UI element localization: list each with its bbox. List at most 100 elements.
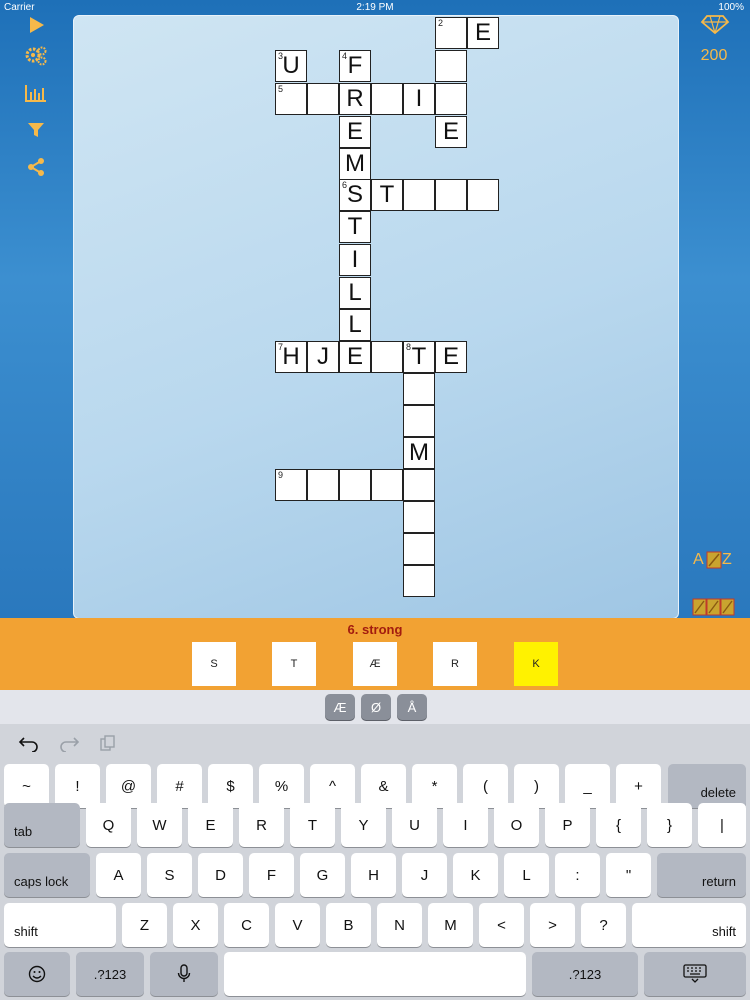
accent-key[interactable]: Æ xyxy=(325,694,355,720)
emoji-key[interactable] xyxy=(4,952,70,996)
key[interactable]: N xyxy=(377,903,422,947)
key[interactable]: < xyxy=(479,903,524,947)
key[interactable]: ? xyxy=(581,903,626,947)
crossword-cell[interactable] xyxy=(403,179,435,211)
crossword-cell[interactable]: E xyxy=(435,341,467,373)
key[interactable]: ! xyxy=(55,764,100,808)
crossword-cell[interactable] xyxy=(403,565,435,597)
key[interactable]: G xyxy=(300,853,345,897)
crossword-cell[interactable]: 8T xyxy=(403,341,435,373)
caps-lock-key[interactable]: caps lock xyxy=(4,853,90,897)
key[interactable]: ( xyxy=(463,764,508,808)
key[interactable]: $ xyxy=(208,764,253,808)
key[interactable]: L xyxy=(504,853,549,897)
crossword-cell[interactable] xyxy=(371,341,403,373)
crossword-cell[interactable] xyxy=(403,501,435,533)
shift-key-right[interactable]: shift xyxy=(632,903,746,947)
crossword-cell[interactable]: E xyxy=(339,341,371,373)
key[interactable]: { xyxy=(596,803,641,847)
key[interactable]: D xyxy=(198,853,243,897)
crossword-cell[interactable]: T xyxy=(339,211,371,243)
crossword-cell[interactable] xyxy=(403,373,435,405)
crossword-cell[interactable]: I xyxy=(403,83,435,115)
key[interactable]: Q xyxy=(86,803,131,847)
key[interactable]: P xyxy=(545,803,590,847)
key[interactable]: F xyxy=(249,853,294,897)
key[interactable]: # xyxy=(157,764,202,808)
crossword-cell[interactable]: M xyxy=(339,148,371,180)
key[interactable]: A xyxy=(96,853,141,897)
key[interactable]: S xyxy=(147,853,192,897)
tab-key[interactable]: tab xyxy=(4,803,80,847)
key[interactable]: K xyxy=(453,853,498,897)
key[interactable]: * xyxy=(412,764,457,808)
filter-icon[interactable] xyxy=(22,118,50,142)
key[interactable]: _ xyxy=(565,764,610,808)
undo-icon[interactable] xyxy=(18,734,40,753)
key[interactable]: U xyxy=(392,803,437,847)
space-key[interactable] xyxy=(224,952,526,996)
key[interactable]: } xyxy=(647,803,692,847)
answer-tile-selected[interactable]: K xyxy=(514,642,558,686)
key[interactable]: Z xyxy=(122,903,167,947)
crossword-cell[interactable] xyxy=(371,469,403,501)
numbers-key-right[interactable]: .?123 xyxy=(532,952,638,996)
key[interactable]: Y xyxy=(341,803,386,847)
key[interactable]: B xyxy=(326,903,371,947)
hide-keyboard-key[interactable] xyxy=(644,952,746,996)
crossword-cell[interactable] xyxy=(435,83,467,115)
crossword-cell[interactable] xyxy=(467,179,499,211)
crossword-cell[interactable]: L xyxy=(339,277,371,309)
crossword-cell[interactable]: E xyxy=(467,17,499,49)
key[interactable]: ~ xyxy=(4,764,49,808)
crossword-cell[interactable]: 9 xyxy=(275,469,307,501)
crossword-cell[interactable]: I xyxy=(339,244,371,276)
play-icon[interactable] xyxy=(22,13,50,37)
crossword-cell[interactable]: T xyxy=(371,179,403,211)
accent-key[interactable]: Ø xyxy=(361,694,391,720)
shift-key-left[interactable]: shift xyxy=(4,903,116,947)
key[interactable]: M xyxy=(428,903,473,947)
key[interactable]: : xyxy=(555,853,600,897)
answer-tile[interactable]: R xyxy=(433,642,477,686)
key[interactable]: O xyxy=(494,803,539,847)
key[interactable]: + xyxy=(616,764,661,808)
microphone-key[interactable] xyxy=(150,952,218,996)
crossword-cell[interactable] xyxy=(307,469,339,501)
key[interactable]: ^ xyxy=(310,764,355,808)
crossword-cell[interactable]: 2 xyxy=(435,17,467,49)
crossword-cell[interactable] xyxy=(403,405,435,437)
key[interactable]: ) xyxy=(514,764,559,808)
key[interactable]: E xyxy=(188,803,233,847)
stats-chart-icon[interactable] xyxy=(22,81,50,105)
crossword-cell[interactable]: 7H xyxy=(275,341,307,373)
crossword-cell[interactable]: J xyxy=(307,341,339,373)
key[interactable]: V xyxy=(275,903,320,947)
key[interactable]: & xyxy=(361,764,406,808)
crossword-cell[interactable]: 6S xyxy=(339,179,371,211)
crossword-cell[interactable]: 5 xyxy=(275,83,307,115)
redo-icon[interactable] xyxy=(58,734,80,753)
return-key[interactable]: return xyxy=(657,853,746,897)
accent-key[interactable]: Å xyxy=(397,694,427,720)
delete-key[interactable]: delete xyxy=(668,764,746,808)
key[interactable]: % xyxy=(259,764,304,808)
key[interactable]: R xyxy=(239,803,284,847)
key[interactable]: | xyxy=(698,803,746,847)
key[interactable]: X xyxy=(173,903,218,947)
crossword-cell[interactable] xyxy=(435,50,467,82)
crossword-cell[interactable] xyxy=(435,179,467,211)
crossword-cell[interactable]: 4F xyxy=(339,50,371,82)
key[interactable]: " xyxy=(606,853,651,897)
crossword-cell[interactable] xyxy=(371,83,403,115)
answer-tile[interactable]: Æ xyxy=(353,642,397,686)
crossword-cell[interactable] xyxy=(307,83,339,115)
crossword-cell[interactable] xyxy=(403,533,435,565)
answer-tile[interactable]: T xyxy=(272,642,316,686)
share-icon[interactable] xyxy=(22,155,50,179)
key[interactable]: @ xyxy=(106,764,151,808)
key[interactable]: H xyxy=(351,853,396,897)
paste-icon[interactable] xyxy=(98,734,120,752)
crossword-cell[interactable]: E xyxy=(339,116,371,148)
crossword-cell[interactable]: M xyxy=(403,437,435,469)
